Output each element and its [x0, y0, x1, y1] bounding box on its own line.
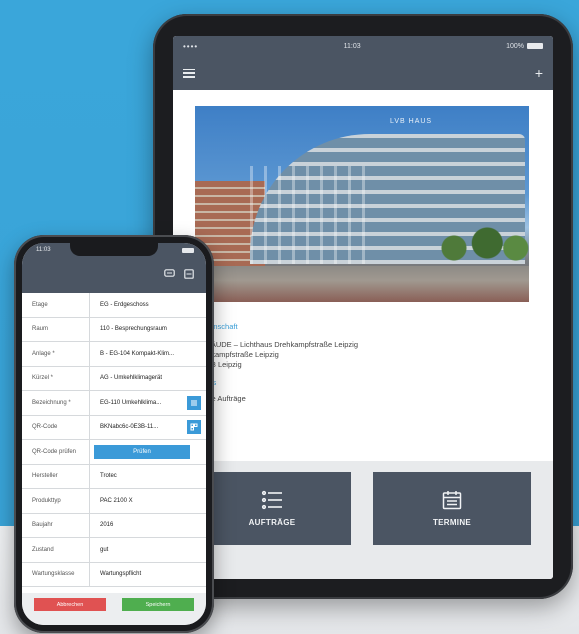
row-label: Kürzel * — [22, 366, 90, 390]
manufacturer-field[interactable]: Trotec — [90, 465, 206, 489]
phone-notch — [70, 243, 158, 256]
designation-field[interactable]: EG-110 Umkehlklima... — [90, 391, 206, 415]
form-row-floor: Etage EG - Erdgeschoss — [22, 293, 206, 318]
product-type-field[interactable]: PAC 2100 X — [90, 489, 206, 513]
phone-battery-icon — [182, 248, 194, 253]
form-row-room: Raum 110 - Besprechungsraum — [22, 317, 206, 342]
phone-header: 11:03 — [22, 243, 206, 293]
row-label: QR-Code — [22, 415, 90, 439]
row-label: Raum — [22, 317, 90, 341]
building-photo: LVB HAUS — [195, 106, 529, 302]
system-field[interactable]: B - EG-104 Kompakt-Klim... — [90, 342, 206, 366]
property-info: Liegenschaft GEBÄUDE – Lichthaus Drehkam… — [195, 322, 525, 404]
qr-check-cell: Prüfen — [90, 440, 206, 464]
status-time: 11:03 — [343, 42, 361, 50]
room-field[interactable]: 110 - Besprechungsraum — [90, 318, 206, 342]
info-line: 04133 Leipzig — [195, 360, 242, 369]
battery-icon — [526, 43, 543, 49]
form-row-designation: Bezeichnung * EG-110 Umkehlklima... — [22, 391, 206, 416]
info-line: offene Aufträge — [195, 394, 246, 403]
orders-label: AUFTRÄGE — [248, 518, 296, 527]
form-rows: Etage EG - Erdgeschoss Raum 110 - Bespre… — [22, 293, 206, 587]
year-field[interactable]: 2016 — [90, 514, 206, 538]
form-row-product-type: Produkttyp PAC 2100 X — [22, 489, 206, 514]
form-row-qr-check: QR-Code prüfen Prüfen — [22, 440, 206, 465]
maintenance-field[interactable]: Wartungspflicht — [90, 563, 206, 587]
row-label: Etage — [22, 293, 90, 317]
qr-value: BKNabc6c-0E3B-11... — [100, 424, 159, 431]
row-label: Zustand — [22, 538, 90, 562]
orders-tile[interactable]: AUFTRÄGE — [193, 472, 351, 545]
code-field[interactable]: AG - Umkehlklimagerät — [90, 367, 206, 391]
qr-field[interactable]: BKNabc6c-0E3B-11... — [90, 416, 206, 440]
tablet-status-bar: •••• 11:03 100% — [173, 36, 553, 56]
form-row-manufacturer: Hersteller Trotec — [22, 464, 206, 489]
info-line: Drehkampfstraße Leipzig — [195, 350, 279, 359]
designation-value: EG-110 Umkehlklima... — [100, 399, 162, 406]
row-label: Produkttyp — [22, 489, 90, 513]
section-header-property: Liegenschaft — [195, 322, 238, 331]
phone-status-time: 11:03 — [36, 247, 51, 253]
list-icon — [191, 400, 197, 406]
form-row-system: Anlage * B - EG-104 Kompakt-Klim... — [22, 342, 206, 367]
form-row-year: Baujahr 2016 — [22, 513, 206, 538]
list-icon — [261, 490, 282, 510]
section-header-status: Status — [195, 378, 525, 388]
floor-field[interactable]: EG - Erdgeschoss — [90, 293, 206, 317]
scan-qr-button[interactable] — [187, 420, 201, 435]
cancel-button[interactable]: Abbrechen — [34, 598, 106, 611]
info-line: GEBÄUDE – Lichthaus Drehkampfstraße Leip… — [195, 340, 358, 349]
qr-icon — [190, 423, 198, 431]
tablet-nav-bar: + — [173, 56, 553, 90]
phone-header-icons — [164, 269, 194, 279]
form-row-maintenance: Wartungsklasse Wartungspflicht — [22, 562, 206, 587]
battery-indicator: 100% — [506, 43, 543, 50]
condition-field[interactable]: gut — [90, 538, 206, 562]
row-label: QR-Code prüfen — [22, 440, 90, 464]
calendar-icon — [442, 491, 462, 510]
form-row-condition: Zustand gut — [22, 538, 206, 563]
save-button[interactable]: Speichern — [122, 598, 194, 611]
dates-label: TERMINE — [432, 518, 472, 527]
tablet-screen: •••• 11:03 100% + LVB HAUS Liegenschaft … — [173, 36, 553, 579]
battery-label: 100% — [506, 42, 524, 50]
row-label: Bezeichnung * — [22, 391, 90, 415]
document-icon[interactable] — [184, 269, 194, 279]
phone-screen: 11:03 Etage EG - Erdgeschoss Raum 110 - … — [22, 243, 206, 625]
check-qr-button[interactable]: Prüfen — [94, 444, 190, 459]
row-label: Hersteller — [22, 464, 90, 488]
add-button[interactable]: + — [535, 65, 543, 81]
row-label: Wartungsklasse — [22, 562, 90, 586]
signal-indicator: •••• — [183, 41, 199, 51]
form-row-qr: QR-Code BKNabc6c-0E3B-11... — [22, 415, 206, 440]
building-sign: LVB HAUS — [390, 118, 433, 125]
form-row-code: Kürzel * AG - Umkehlklimagerät — [22, 366, 206, 391]
row-label: Anlage * — [22, 342, 90, 366]
tile-area: AUFTRÄGE TERMINE — [173, 461, 553, 579]
row-label: Baujahr — [22, 513, 90, 537]
dates-tile[interactable]: TERMINE — [373, 472, 531, 545]
edit-designation-button[interactable] — [187, 395, 201, 410]
hamburger-icon[interactable] — [183, 68, 195, 78]
phone-footer: Abbrechen Speichern — [22, 593, 206, 625]
chat-icon[interactable] — [164, 269, 175, 279]
